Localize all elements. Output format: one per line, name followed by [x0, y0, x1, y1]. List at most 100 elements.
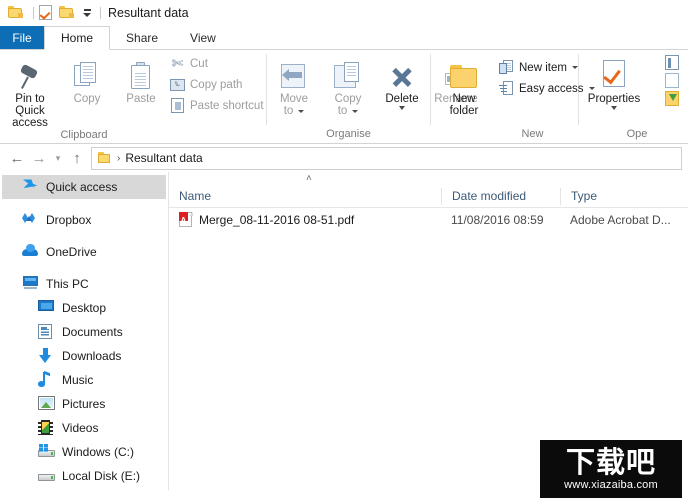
ribbon-group-open-commands — [665, 50, 688, 143]
file-date-modified-cell: 11/08/2016 08:59 — [451, 213, 544, 227]
sidebar-item-local-disk-e[interactable]: Local Disk (E:) — [0, 464, 168, 488]
window-title: Resultant data — [108, 6, 189, 20]
delete-icon — [389, 64, 415, 90]
breadcrumb-item-resultant-data[interactable]: Resultant data — [125, 151, 202, 165]
sidebar-item-label: Dropbox — [46, 213, 92, 227]
quick-access-star-icon — [22, 179, 37, 193]
dropbox-icon — [22, 212, 37, 225]
folder-icon[interactable] — [8, 5, 24, 21]
new-item-icon — [499, 60, 514, 75]
title-divider — [100, 7, 101, 19]
properties-icon — [601, 60, 627, 90]
sidebar-item-label: OneDrive — [46, 245, 97, 259]
copy-label: Copy — [73, 93, 101, 105]
sidebar-item-quick-access[interactable]: Quick access — [2, 175, 166, 199]
file-name-label: Merge_08-11-2016 08-51.pdf — [199, 213, 355, 227]
copy-button[interactable]: Copy — [60, 54, 114, 105]
properties-button[interactable]: Properties — [579, 54, 649, 110]
sidebar-item-label: Documents — [62, 325, 123, 339]
properties-icon[interactable] — [39, 5, 55, 21]
documents-icon — [38, 324, 52, 339]
copy-icon — [74, 62, 100, 90]
new-folder-label-line2: folder — [449, 105, 479, 117]
new-folder-icon — [449, 64, 479, 90]
new-folder-button[interactable]: New folder — [437, 54, 491, 117]
navigation-pane: Quick access Dropbox OneDrive This PC De… — [0, 172, 169, 490]
paste-icon — [129, 62, 153, 90]
column-header-date-modified[interactable]: Date modified — [441, 187, 560, 205]
paste-shortcut-button[interactable]: Paste shortcut — [166, 95, 267, 116]
properties-chevron-down-icon[interactable] — [611, 106, 617, 110]
recent-locations-button[interactable]: ▾ — [50, 147, 66, 169]
copy-path-button[interactable]: \\.. Copy path — [166, 74, 245, 95]
copy-to-chevron-down-icon[interactable] — [352, 109, 359, 113]
address-bar: ← → ▾ ↑ › Resultant data — [0, 144, 688, 172]
edit-icon[interactable] — [665, 73, 680, 88]
delete-label: Delete — [385, 93, 419, 105]
copy-to-button[interactable]: Copy to — [321, 54, 375, 117]
sidebar-item-pictures[interactable]: Pictures — [0, 392, 168, 416]
onedrive-cloud-icon — [22, 244, 39, 256]
delete-button[interactable]: Delete — [375, 54, 429, 110]
ribbon-group-open: Properties Ope — [579, 50, 665, 143]
sidebar-item-downloads[interactable]: Downloads — [0, 344, 168, 368]
sidebar-item-label: Music — [62, 373, 94, 387]
sidebar-item-onedrive[interactable]: OneDrive — [0, 240, 168, 264]
open-icon[interactable] — [665, 55, 680, 70]
sidebar-item-label: Pictures — [62, 397, 106, 411]
move-to-chevron-down-icon[interactable] — [298, 109, 305, 113]
file-name-cell: A Merge_08-11-2016 08-51.pdf — [169, 212, 441, 228]
pictures-icon — [38, 396, 55, 410]
watermark-url: www.xiazaiba.com — [564, 478, 658, 491]
paste-button[interactable]: Paste — [114, 54, 168, 105]
sidebar-item-dropbox[interactable]: Dropbox — [0, 208, 168, 232]
folder-icon — [98, 152, 111, 164]
column-header-type[interactable]: Type — [560, 187, 688, 205]
new-item-chevron-down-icon[interactable] — [571, 66, 578, 69]
copy-path-icon: \\.. — [170, 78, 185, 91]
tab-share[interactable]: Share — [110, 26, 174, 50]
move-to-label-line1: Move — [279, 93, 309, 105]
ribbon-group-label-clipboard: Clipboard — [60, 129, 108, 141]
forward-button[interactable]: → — [28, 147, 50, 169]
sidebar-item-desktop[interactable]: Desktop — [0, 296, 168, 320]
pin-to-quick-access-label-line2: access — [12, 117, 48, 129]
this-pc-icon — [22, 276, 39, 290]
sidebar-item-label: Local Disk (E:) — [62, 469, 141, 483]
properties-label: Properties — [587, 93, 641, 105]
tab-view[interactable]: View — [174, 26, 232, 50]
breadcrumb-separator: › — [117, 152, 121, 164]
file-explorer-window: Resultant data File Home Share View Pin … — [0, 0, 688, 504]
sidebar-item-label: Videos — [62, 421, 99, 435]
ribbon: Pin to Quick access Copy Paste Clipboard — [0, 50, 688, 144]
table-row[interactable]: A Merge_08-11-2016 08-51.pdf 11/08/2016 … — [169, 208, 688, 232]
toolbar-divider — [33, 7, 34, 19]
sidebar-item-label: Quick access — [46, 180, 118, 194]
tab-file[interactable]: File — [0, 26, 44, 50]
pin-to-quick-access-button[interactable]: Pin to Quick access — [0, 54, 60, 129]
ribbon-group-clipboard: Pin to Quick access Copy Paste Clipboard — [0, 50, 168, 143]
sidebar-item-label: This PC — [46, 277, 89, 291]
move-to-button[interactable]: Move to — [267, 54, 321, 117]
delete-chevron-down-icon[interactable] — [399, 106, 405, 110]
sidebar-item-documents[interactable]: Documents — [0, 320, 168, 344]
sidebar-item-this-pc[interactable]: This PC — [0, 272, 168, 296]
new-folder-icon[interactable] — [59, 5, 75, 21]
sidebar-item-music[interactable]: Music — [0, 368, 168, 392]
downloads-icon — [38, 348, 53, 363]
cut-label: Cut — [190, 57, 208, 70]
sidebar-item-videos[interactable]: Videos — [0, 416, 168, 440]
up-button[interactable]: ↑ — [66, 147, 88, 169]
title-bar: Resultant data — [0, 0, 688, 26]
tab-home[interactable]: Home — [44, 26, 111, 50]
customize-quick-access-toolbar-icon[interactable] — [79, 9, 95, 17]
address-input[interactable]: › Resultant data — [91, 146, 682, 170]
sidebar-item-windows-c[interactable]: Windows (C:) — [0, 440, 168, 464]
ribbon-group-label-new: New — [521, 128, 544, 140]
pin-to-quick-access-label-line1: Pin to Quick — [15, 93, 45, 117]
column-header-name[interactable]: Name — [169, 188, 441, 205]
history-icon[interactable] — [665, 91, 680, 106]
back-button[interactable]: ← — [6, 147, 28, 169]
ribbon-group-label-organise: Organise — [326, 128, 371, 140]
cut-button[interactable]: ✄ Cut — [166, 53, 211, 74]
